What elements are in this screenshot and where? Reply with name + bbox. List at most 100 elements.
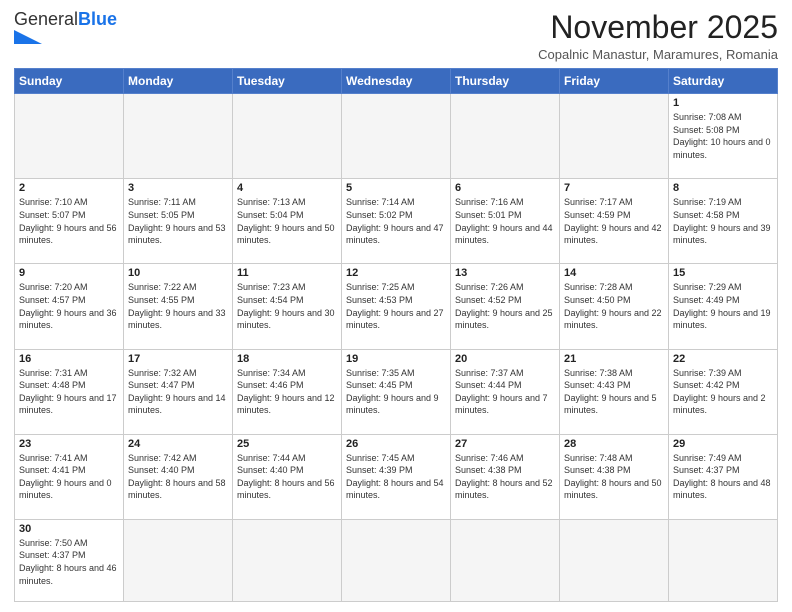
day-cell: 8 Sunrise: 7:19 AM Sunset: 4:58 PM Daylig… <box>669 179 778 264</box>
day-cell: 13Sunrise: 7:26 AM Sunset: 4:52 PM Dayli… <box>451 264 560 349</box>
day-cell <box>451 519 560 601</box>
day-number: 24 <box>128 438 228 450</box>
day-cell: 1 Sunrise: 7:08 AM Sunset: 5:08 PM Daylig… <box>669 94 778 179</box>
day-info: Sunrise: 7:46 AM Sunset: 4:38 PM Dayligh… <box>455 452 555 502</box>
day-cell <box>669 519 778 601</box>
day-number: 19 <box>346 353 446 365</box>
day-number: 1 <box>673 97 773 109</box>
day-info: Sunrise: 7:42 AM Sunset: 4:40 PM Dayligh… <box>128 452 228 502</box>
day-number: 7 <box>564 182 664 194</box>
weekday-thursday: Thursday <box>451 69 560 94</box>
day-cell <box>560 519 669 601</box>
day-cell: 17 Sunrise: 7:32 AM Sunset: 4:47 PM Dayli… <box>124 349 233 434</box>
weekday-sunday: Sunday <box>15 69 124 94</box>
day-cell <box>233 94 342 179</box>
day-number: 21 <box>564 353 664 365</box>
day-cell <box>124 519 233 601</box>
day-cell: 9 Sunrise: 7:20 AM Sunset: 4:57 PM Daylig… <box>15 264 124 349</box>
day-cell: 21 Sunrise: 7:38 AM Sunset: 4:43 PM Dayli… <box>560 349 669 434</box>
day-cell: 14Sunrise: 7:28 AM Sunset: 4:50 PM Dayli… <box>560 264 669 349</box>
day-cell <box>124 94 233 179</box>
weekday-wednesday: Wednesday <box>342 69 451 94</box>
day-cell: 29 Sunrise: 7:49 AM Sunset: 4:37 PM Dayli… <box>669 434 778 519</box>
weekday-saturday: Saturday <box>669 69 778 94</box>
day-number: 8 <box>673 182 773 194</box>
logo: GeneralBlue <box>14 10 117 44</box>
day-number: 9 <box>19 267 119 279</box>
day-info: Sunrise: 7:10 AM Sunset: 5:07 PM Dayligh… <box>19 196 119 246</box>
day-cell: 22 Sunrise: 7:39 AM Sunset: 4:42 PM Dayli… <box>669 349 778 434</box>
day-number: 18 <box>237 353 337 365</box>
calendar: SundayMondayTuesdayWednesdayThursdayFrid… <box>14 68 778 602</box>
week-row-6: 30 Sunrise: 7:50 AM Sunset: 4:37 PM Dayli… <box>15 519 778 601</box>
day-info: Sunrise: 7:38 AM Sunset: 4:43 PM Dayligh… <box>564 367 664 417</box>
day-number: 23 <box>19 438 119 450</box>
day-number: 27 <box>455 438 555 450</box>
day-number: 25 <box>237 438 337 450</box>
day-cell: 26Sunrise: 7:45 AM Sunset: 4:39 PM Dayli… <box>342 434 451 519</box>
week-row-2: 2Sunrise: 7:10 AM Sunset: 5:07 PM Daylig… <box>15 179 778 264</box>
week-row-1: 1 Sunrise: 7:08 AM Sunset: 5:08 PM Daylig… <box>15 94 778 179</box>
week-row-4: 16 Sunrise: 7:31 AM Sunset: 4:48 PM Dayli… <box>15 349 778 434</box>
logo-text: GeneralBlue <box>14 10 117 28</box>
weekday-header-row: SundayMondayTuesdayWednesdayThursdayFrid… <box>15 69 778 94</box>
day-info: Sunrise: 7:25 AM Sunset: 4:53 PM Dayligh… <box>346 281 446 331</box>
day-info: Sunrise: 7:26 AM Sunset: 4:52 PM Dayligh… <box>455 281 555 331</box>
day-number: 26 <box>346 438 446 450</box>
month-title: November 2025 <box>538 10 778 45</box>
day-number: 6 <box>455 182 555 194</box>
day-info: Sunrise: 7:50 AM Sunset: 4:37 PM Dayligh… <box>19 537 119 587</box>
day-number: 12 <box>346 267 446 279</box>
day-number: 14 <box>564 267 664 279</box>
day-number: 22 <box>673 353 773 365</box>
weekday-tuesday: Tuesday <box>233 69 342 94</box>
day-number: 30 <box>19 523 119 535</box>
day-info: Sunrise: 7:32 AM Sunset: 4:47 PM Dayligh… <box>128 367 228 417</box>
day-info: Sunrise: 7:29 AM Sunset: 4:49 PM Dayligh… <box>673 281 773 331</box>
day-number: 11 <box>237 267 337 279</box>
day-info: Sunrise: 7:37 AM Sunset: 4:44 PM Dayligh… <box>455 367 555 417</box>
day-cell <box>233 519 342 601</box>
day-info: Sunrise: 7:16 AM Sunset: 5:01 PM Dayligh… <box>455 196 555 246</box>
day-number: 3 <box>128 182 228 194</box>
page: GeneralBlue November 2025 Copalnic Manas… <box>0 0 792 612</box>
day-cell <box>15 94 124 179</box>
day-cell: 16 Sunrise: 7:31 AM Sunset: 4:48 PM Dayli… <box>15 349 124 434</box>
day-cell <box>560 94 669 179</box>
day-info: Sunrise: 7:22 AM Sunset: 4:55 PM Dayligh… <box>128 281 228 331</box>
day-cell: 19Sunrise: 7:35 AM Sunset: 4:45 PM Dayli… <box>342 349 451 434</box>
day-info: Sunrise: 7:48 AM Sunset: 4:38 PM Dayligh… <box>564 452 664 502</box>
day-number: 5 <box>346 182 446 194</box>
day-info: Sunrise: 7:20 AM Sunset: 4:57 PM Dayligh… <box>19 281 119 331</box>
day-cell: 2Sunrise: 7:10 AM Sunset: 5:07 PM Daylig… <box>15 179 124 264</box>
day-info: Sunrise: 7:39 AM Sunset: 4:42 PM Dayligh… <box>673 367 773 417</box>
day-cell: 3Sunrise: 7:11 AM Sunset: 5:05 PM Daylig… <box>124 179 233 264</box>
day-cell: 23 Sunrise: 7:41 AM Sunset: 4:41 PM Dayli… <box>15 434 124 519</box>
weekday-monday: Monday <box>124 69 233 94</box>
day-cell: 27 Sunrise: 7:46 AM Sunset: 4:38 PM Dayli… <box>451 434 560 519</box>
day-cell: 5Sunrise: 7:14 AM Sunset: 5:02 PM Daylig… <box>342 179 451 264</box>
day-cell: 30 Sunrise: 7:50 AM Sunset: 4:37 PM Dayli… <box>15 519 124 601</box>
subtitle: Copalnic Manastur, Maramures, Romania <box>538 47 778 62</box>
day-cell: 28Sunrise: 7:48 AM Sunset: 4:38 PM Dayli… <box>560 434 669 519</box>
day-cell: 20Sunrise: 7:37 AM Sunset: 4:44 PM Dayli… <box>451 349 560 434</box>
weekday-friday: Friday <box>560 69 669 94</box>
week-row-3: 9 Sunrise: 7:20 AM Sunset: 4:57 PM Daylig… <box>15 264 778 349</box>
day-cell: 7Sunrise: 7:17 AM Sunset: 4:59 PM Daylig… <box>560 179 669 264</box>
day-number: 16 <box>19 353 119 365</box>
day-number: 17 <box>128 353 228 365</box>
day-number: 15 <box>673 267 773 279</box>
day-info: Sunrise: 7:49 AM Sunset: 4:37 PM Dayligh… <box>673 452 773 502</box>
day-info: Sunrise: 7:31 AM Sunset: 4:48 PM Dayligh… <box>19 367 119 417</box>
header: GeneralBlue November 2025 Copalnic Manas… <box>14 10 778 62</box>
day-info: Sunrise: 7:19 AM Sunset: 4:58 PM Dayligh… <box>673 196 773 246</box>
day-info: Sunrise: 7:44 AM Sunset: 4:40 PM Dayligh… <box>237 452 337 502</box>
day-number: 4 <box>237 182 337 194</box>
day-number: 29 <box>673 438 773 450</box>
day-info: Sunrise: 7:08 AM Sunset: 5:08 PM Dayligh… <box>673 111 773 161</box>
logo-icon <box>14 30 42 44</box>
title-section: November 2025 Copalnic Manastur, Maramur… <box>538 10 778 62</box>
day-number: 10 <box>128 267 228 279</box>
day-cell: 15 Sunrise: 7:29 AM Sunset: 4:49 PM Dayli… <box>669 264 778 349</box>
day-info: Sunrise: 7:41 AM Sunset: 4:41 PM Dayligh… <box>19 452 119 502</box>
